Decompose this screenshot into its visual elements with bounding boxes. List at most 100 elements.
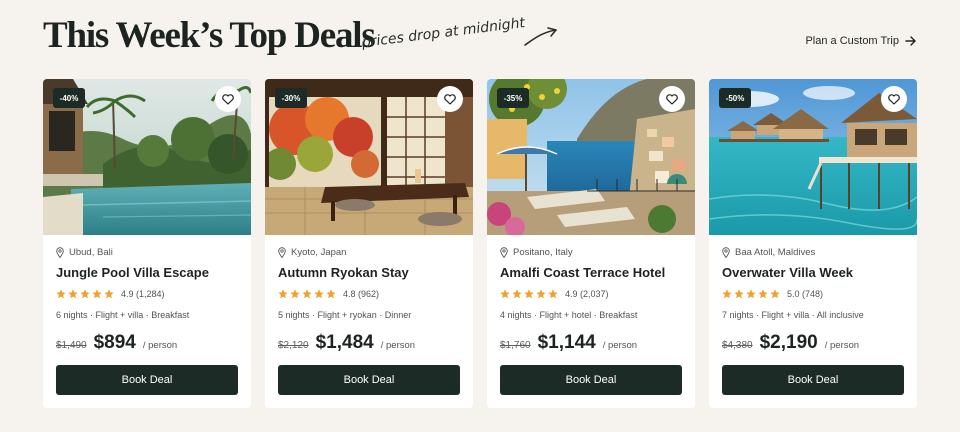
plan-custom-trip-link[interactable]: Plan a Custom Trip: [805, 35, 917, 47]
deal-location: Ubud, Bali: [56, 247, 113, 258]
price-unit: / person: [142, 340, 178, 351]
deal-rating: 5.0 (748): [722, 289, 823, 299]
deal-card[interactable]: -30% Kyoto, Japan Autumn Ryokan Stay 4.8…: [265, 79, 473, 408]
deal-name[interactable]: Amalfi Coast Terrace Hotel: [500, 265, 665, 280]
wishlist-button[interactable]: [215, 86, 241, 112]
star-icon: [512, 289, 522, 299]
star-icon: [104, 289, 114, 299]
deal-price: $2,190: [759, 332, 818, 353]
rating-text: 4.9 (1,284): [121, 289, 165, 299]
star-icon: [770, 289, 780, 299]
deal-cards: -40% Ubud, Bali Jungle Pool Villa Escape…: [43, 79, 917, 408]
deal-location: Positano, Italy: [500, 247, 573, 258]
deal-details: 4 nights · Flight + hotel · Breakfast: [500, 310, 638, 320]
star-icon: [68, 289, 78, 299]
star-icon: [290, 289, 300, 299]
star-icon: [524, 289, 534, 299]
deal-price: $1,144: [537, 332, 596, 353]
deal-photo-amalfi-terrace[interactable]: -35%: [487, 79, 695, 235]
price-unit: / person: [380, 340, 416, 351]
deal-location-text: Positano, Italy: [513, 247, 573, 258]
page-title: This Week’s Top Deals: [43, 15, 376, 56]
star-icon: [314, 289, 324, 299]
discount-badge: -50%: [719, 88, 751, 108]
star-icon: [734, 289, 744, 299]
star-icon: [548, 289, 558, 299]
star-rating: [56, 289, 114, 299]
discount-badge: -35%: [497, 88, 529, 108]
deal-photo-kyoto-ryokan[interactable]: -30%: [265, 79, 473, 235]
book-deal-button[interactable]: Book Deal: [722, 365, 904, 395]
price-row: $4,380 $2,190 / person: [722, 332, 859, 354]
deal-rating: 4.9 (1,284): [56, 289, 165, 299]
wishlist-button[interactable]: [437, 86, 463, 112]
heart-icon: [222, 93, 234, 105]
page-header: This Week’s Top Deals prices drop at mid…: [43, 14, 917, 66]
deal-details: 6 nights · Flight + villa · Breakfast: [56, 310, 190, 320]
deal-location-text: Baa Atoll, Maldives: [735, 247, 816, 258]
swoosh-arrow-icon: [524, 27, 557, 46]
rating-text: 4.9 (2,037): [565, 289, 609, 299]
star-rating: [500, 289, 558, 299]
book-deal-button[interactable]: Book Deal: [56, 365, 238, 395]
pin-icon: [722, 247, 730, 258]
star-icon: [500, 289, 510, 299]
pin-icon: [500, 247, 508, 258]
star-icon: [302, 289, 312, 299]
old-price: $2,120: [278, 340, 309, 351]
price-unit: / person: [824, 340, 860, 351]
pin-icon: [278, 247, 286, 258]
deal-card[interactable]: -40% Ubud, Bali Jungle Pool Villa Escape…: [43, 79, 251, 408]
deal-name[interactable]: Overwater Villa Week: [722, 265, 853, 280]
pin-icon: [56, 247, 64, 258]
deal-name[interactable]: Autumn Ryokan Stay: [278, 265, 409, 280]
deal-photo-maldives-villa[interactable]: -50%: [709, 79, 917, 235]
star-icon: [536, 289, 546, 299]
deal-rating: 4.8 (962): [278, 289, 379, 299]
deal-name[interactable]: Jungle Pool Villa Escape: [56, 265, 209, 280]
arrow-right-icon: [905, 36, 916, 46]
heart-icon: [444, 93, 456, 105]
heart-icon: [666, 93, 678, 105]
deal-location-text: Kyoto, Japan: [291, 247, 347, 258]
tagline: prices drop at midnight: [361, 15, 526, 51]
rating-text: 5.0 (748): [787, 289, 824, 299]
star-icon: [80, 289, 90, 299]
star-icon: [326, 289, 336, 299]
discount-badge: -30%: [275, 88, 307, 108]
wishlist-button[interactable]: [659, 86, 685, 112]
old-price: $1,490: [56, 340, 87, 351]
discount-badge: -40%: [53, 88, 85, 108]
rating-text: 4.8 (962): [343, 289, 380, 299]
book-deal-button[interactable]: Book Deal: [278, 365, 460, 395]
star-icon: [92, 289, 102, 299]
old-price: $4,380: [722, 340, 753, 351]
star-rating: [278, 289, 336, 299]
deal-price: $894: [93, 332, 136, 353]
wishlist-button[interactable]: [881, 86, 907, 112]
deal-location: Baa Atoll, Maldives: [722, 247, 815, 258]
deal-card[interactable]: -35% Positano, Italy Amalfi Coast Terrac…: [487, 79, 695, 408]
price-unit: / person: [602, 340, 638, 351]
plan-custom-trip-label: Plan a Custom Trip: [805, 35, 899, 47]
price-row: $2,120 $1,484 / person: [278, 332, 415, 354]
deal-price: $1,484: [315, 332, 374, 353]
deal-card[interactable]: -50% Baa Atoll, Maldives Overwater Villa…: [709, 79, 917, 408]
deal-location-text: Ubud, Bali: [69, 247, 113, 258]
price-row: $1,490 $894 / person: [56, 332, 177, 354]
old-price: $1,760: [500, 340, 531, 351]
star-rating: [722, 289, 780, 299]
deal-photo-bali-pool[interactable]: -40%: [43, 79, 251, 235]
star-icon: [56, 289, 66, 299]
deal-location: Kyoto, Japan: [278, 247, 346, 258]
star-icon: [746, 289, 756, 299]
heart-icon: [888, 93, 900, 105]
book-deal-button[interactable]: Book Deal: [500, 365, 682, 395]
deal-details: 5 nights · Flight + ryokan · Dinner: [278, 310, 412, 320]
star-icon: [722, 289, 732, 299]
star-icon: [758, 289, 768, 299]
deal-rating: 4.9 (2,037): [500, 289, 609, 299]
deal-details: 7 nights · Flight + villa · All inclusiv…: [722, 310, 864, 320]
price-row: $1,760 $1,144 / person: [500, 332, 637, 354]
star-icon: [278, 289, 288, 299]
